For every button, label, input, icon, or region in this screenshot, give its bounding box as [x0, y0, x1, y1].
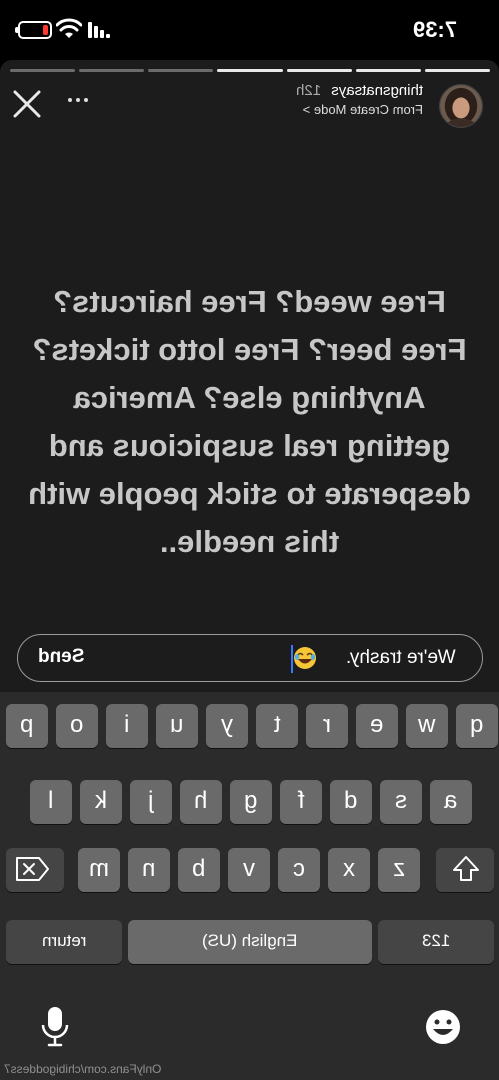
clock: 7:39	[412, 17, 457, 42]
key-k-label: k	[95, 787, 107, 814]
story-progress	[10, 69, 490, 72]
key-q[interactable]: q	[456, 704, 498, 748]
key-t-label: t	[273, 711, 281, 738]
microphone-icon[interactable]	[38, 1005, 72, 1049]
key-w-label: w	[418, 711, 436, 738]
key-f[interactable]: f	[280, 780, 322, 824]
reply-text[interactable]: We're trashy.	[346, 647, 456, 669]
story-progress-segment	[79, 69, 145, 72]
shift-icon[interactable]	[448, 851, 484, 887]
space-key-label: English (US)	[202, 931, 298, 950]
key-f-label: f	[297, 787, 305, 814]
key-c[interactable]: c	[278, 848, 320, 892]
story-header[interactable]: thingsnatsays 12h From Create Mode >	[223, 82, 423, 126]
key-h-label: h	[194, 787, 208, 814]
return-key[interactable]: return	[6, 920, 122, 964]
watermark: OnlyFans.com/chibigoddess7	[4, 1062, 162, 1076]
close-icon[interactable]	[10, 87, 44, 121]
key-y[interactable]: y	[206, 704, 248, 748]
key-y-label: y	[221, 711, 233, 738]
screen: 7:39 thingsnatsays 12h From Create Mode …	[0, 0, 499, 1080]
key-i-label: i	[124, 711, 130, 738]
key-i[interactable]: i	[106, 704, 148, 748]
key-n-label: n	[142, 855, 156, 882]
key-d[interactable]: d	[330, 780, 372, 824]
status-bar: 7:39	[0, 0, 499, 60]
key-o[interactable]: o	[56, 704, 98, 748]
key-x[interactable]: x	[328, 848, 370, 892]
story-progress-segment	[148, 69, 214, 72]
key-j[interactable]: j	[130, 780, 172, 824]
more-options-button[interactable]	[66, 93, 90, 109]
reply-input[interactable]: We're trashy. Send	[17, 634, 483, 682]
key-v-label: v	[243, 855, 255, 882]
avatar[interactable]	[439, 84, 483, 128]
backspace-icon[interactable]	[15, 853, 51, 885]
key-z-label: z	[393, 855, 405, 882]
story-progress-segment	[10, 69, 76, 72]
key-b-label: b	[192, 855, 206, 882]
key-e[interactable]: e	[356, 704, 398, 748]
key-n[interactable]: n	[128, 848, 170, 892]
wifi-icon	[56, 18, 82, 38]
story-progress-segment	[286, 69, 352, 72]
username[interactable]: thingsnatsays	[331, 82, 423, 99]
key-g[interactable]: g	[230, 780, 272, 824]
key-a[interactable]: a	[430, 780, 472, 824]
key-c-label: c	[293, 855, 305, 882]
key-l[interactable]: l	[30, 780, 72, 824]
emoji-icon[interactable]	[424, 1008, 462, 1046]
battery-icon	[15, 21, 52, 39]
story-progress-segment	[355, 69, 421, 72]
laughing-emoji-icon	[294, 647, 316, 669]
key-k[interactable]: k	[80, 780, 122, 824]
story-source[interactable]: From Create Mode >	[223, 102, 423, 117]
battery-level	[43, 25, 48, 35]
key-l-label: l	[48, 787, 54, 814]
key-o-label: o	[70, 711, 84, 738]
key-p-label: p	[20, 711, 34, 738]
story-text: Free weed? Free haircuts? Free beer? Fre…	[28, 284, 471, 559]
key-r-label: r	[323, 711, 331, 738]
story-card: thingsnatsays 12h From Create Mode > Fre…	[0, 60, 499, 692]
key-t[interactable]: t	[256, 704, 298, 748]
key-x-label: x	[343, 855, 355, 882]
story-progress-segment	[217, 69, 283, 72]
key-b[interactable]: b	[178, 848, 220, 892]
key-j-label: j	[148, 787, 154, 814]
key-s[interactable]: s	[380, 780, 422, 824]
story-progress-segment	[424, 69, 490, 72]
key-m-label: m	[89, 855, 109, 882]
numbers-key-label: 123	[421, 931, 451, 950]
key-q-label: q	[470, 711, 484, 738]
story-age: 12h	[296, 82, 322, 99]
space-key[interactable]: English (US)	[128, 920, 372, 964]
keyboard: q w e r t y u i o p a s d f g h j k l z x c v b n m 123 English (US…	[0, 692, 499, 1080]
key-a-label: a	[444, 787, 458, 814]
numbers-key[interactable]: 123	[378, 920, 494, 964]
key-g-label: g	[244, 787, 258, 814]
key-r[interactable]: r	[306, 704, 348, 748]
return-key-label: return	[41, 931, 87, 950]
send-button[interactable]: Send	[38, 646, 84, 668]
more-icon	[68, 98, 88, 102]
key-e-label: e	[370, 711, 384, 738]
key-p[interactable]: p	[6, 704, 48, 748]
key-u[interactable]: u	[156, 704, 198, 748]
key-z[interactable]: z	[378, 848, 420, 892]
key-h[interactable]: h	[180, 780, 222, 824]
key-w[interactable]: w	[406, 704, 448, 748]
key-u-label: u	[170, 711, 184, 738]
key-v[interactable]: v	[228, 848, 270, 892]
key-d-label: d	[344, 787, 358, 814]
key-s-label: s	[395, 787, 407, 814]
key-m[interactable]: m	[78, 848, 120, 892]
text-caret	[291, 645, 293, 673]
cellular-signal-icon	[88, 22, 110, 38]
